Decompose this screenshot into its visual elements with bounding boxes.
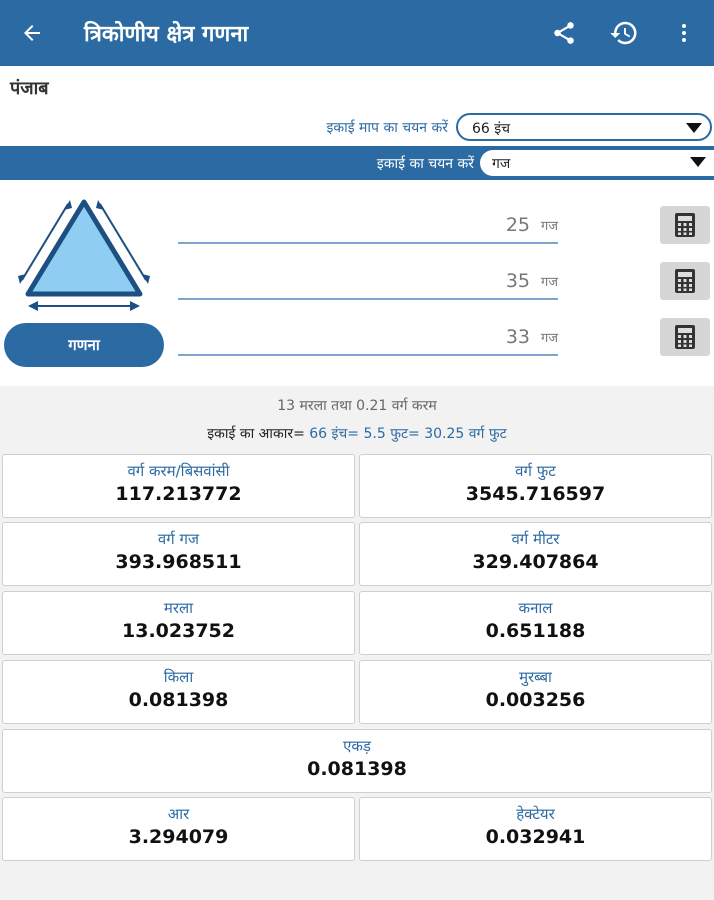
result-label: वर्ग करम/बिसवांसी [127, 462, 230, 480]
unit-size-values: 66 इंच= 5.5 फुट= 30.25 वर्ग फुट [309, 426, 507, 442]
unit-selected-value: गज [492, 156, 511, 172]
region-label: पंजाब [0, 66, 714, 108]
result-card-marla: मरला 13.023752 [2, 591, 355, 655]
result-value: 3.294079 [128, 826, 229, 848]
unit-row: इकाई का चयन करें गज [0, 146, 714, 180]
calculator-icon [675, 269, 695, 293]
side-c-input[interactable]: 33 गज [178, 316, 558, 356]
result-card-acre: एकड़ 0.081398 [2, 729, 712, 793]
result-card-kanal: कनाल 0.651188 [359, 591, 712, 655]
result-value: 3545.716597 [465, 483, 606, 505]
result-card-hectare: हेक्टेयर 0.032941 [359, 797, 712, 861]
measure-selected-value: 66 इंच [472, 121, 511, 137]
history-icon [610, 21, 637, 45]
side-a-input[interactable]: 25 गज [178, 204, 558, 244]
result-card-square-karam: वर्ग करम/बिसवांसी 117.213772 [2, 454, 355, 518]
more-options-button[interactable] [654, 0, 714, 66]
calculator-icon [675, 213, 695, 237]
result-label: वर्ग गज [157, 530, 200, 548]
result-label: मुरब्बा [519, 668, 552, 686]
back-arrow-icon [24, 25, 40, 41]
measure-select[interactable]: 66 इंच [456, 113, 712, 141]
app-bar: त्रिकोणीय क्षेत्र गणना [0, 0, 714, 66]
result-card-are: आर 3.294079 [2, 797, 355, 861]
side-a-value: 25 [505, 214, 530, 236]
unit-label: इकाई का चयन करें [376, 156, 474, 172]
result-card-murabba: मुरब्बा 0.003256 [359, 660, 712, 724]
history-button[interactable] [594, 0, 654, 66]
result-label: वर्ग फुट [515, 462, 556, 480]
result-value: 0.081398 [128, 689, 229, 711]
side-b-value: 35 [505, 270, 530, 292]
result-value: 0.032941 [485, 826, 586, 848]
unit-size-label: इकाई का आकार= [207, 426, 305, 442]
calculator-icon [675, 325, 695, 349]
result-summary: 13 मरला तथा 0.21 वर्ग करम इकाई का आकार= … [0, 386, 714, 450]
result-label: वर्ग मीटर [511, 530, 560, 548]
result-value: 13.023752 [122, 620, 235, 642]
result-value: 393.968511 [115, 551, 242, 573]
side-b-unit: गज [541, 275, 558, 290]
calculation-area: गणना 25 गज 35 गज 33 गज [0, 180, 714, 386]
result-value: 0.081398 [307, 758, 407, 780]
result-value: 329.407864 [472, 551, 599, 573]
side-b-calculator-button[interactable] [660, 262, 710, 300]
result-label: मरला [163, 599, 194, 617]
unit-size-line: इकाई का आकार= 66 इंच= 5.5 फुट= 30.25 वर्… [0, 424, 714, 443]
dropdown-caret-icon [686, 123, 702, 133]
side-a-unit: गज [541, 219, 558, 234]
result-card-killa: किला 0.081398 [2, 660, 355, 724]
result-label: हेक्टेयर [516, 805, 555, 823]
more-vert-icon [682, 24, 686, 42]
triangle-icon [18, 199, 150, 311]
side-b-input[interactable]: 35 गज [178, 260, 558, 300]
result-label: एकड़ [343, 737, 371, 755]
side-c-unit: गज [541, 331, 558, 346]
result-card-square-meter: वर्ग मीटर 329.407864 [359, 522, 712, 586]
summary-marla-karam: 13 मरला तथा 0.21 वर्ग करम [277, 398, 437, 414]
measure-label: इकाई माप का चयन करें [326, 120, 448, 136]
result-label: कनाल [518, 599, 553, 617]
back-button[interactable] [0, 0, 64, 66]
calculate-button[interactable]: गणना [4, 323, 164, 367]
result-card-square-feet: वर्ग फुट 3545.716597 [359, 454, 712, 518]
page-title: त्रिकोणीय क्षेत्र गणना [84, 22, 249, 47]
result-label: आर [167, 805, 190, 823]
result-label: किला [163, 668, 194, 686]
side-a-calculator-button[interactable] [660, 206, 710, 244]
side-c-calculator-button[interactable] [660, 318, 710, 356]
share-icon [554, 22, 574, 44]
measure-row: इकाई माप का चयन करें 66 इंच [0, 108, 714, 146]
result-value: 0.003256 [485, 689, 586, 711]
dropdown-caret-icon [690, 157, 706, 167]
result-card-square-yard: वर्ग गज 393.968511 [2, 522, 355, 586]
unit-select[interactable]: गज [480, 150, 714, 176]
result-value: 0.651188 [485, 620, 586, 642]
share-button[interactable] [534, 0, 594, 66]
result-value: 117.213772 [115, 483, 242, 505]
side-c-value: 33 [505, 326, 530, 348]
